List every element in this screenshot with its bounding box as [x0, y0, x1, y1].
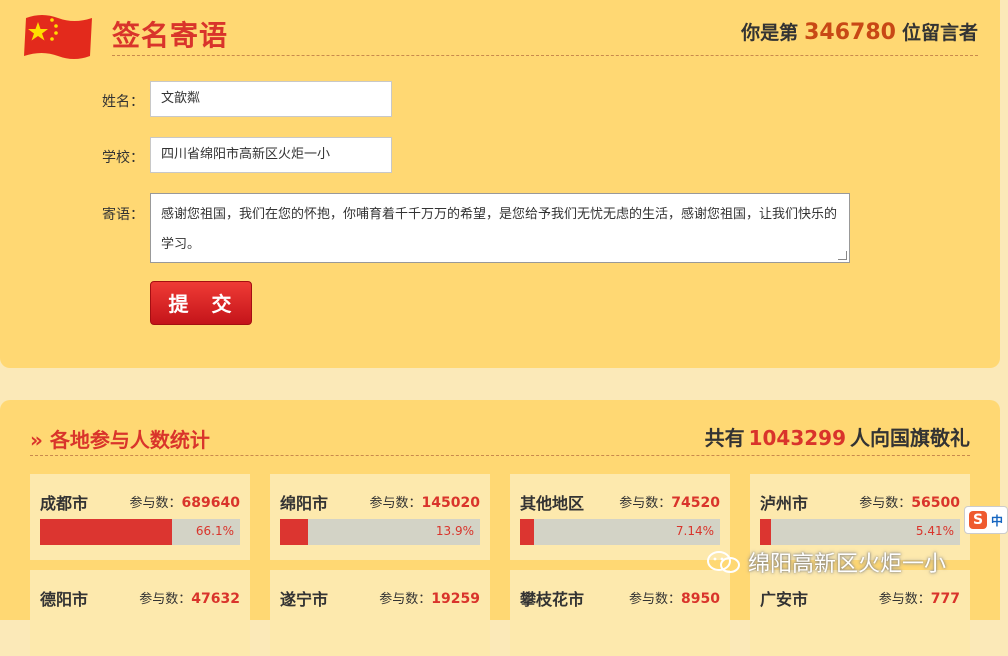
city-count: 参与数：8950 [629, 591, 720, 607]
progress-bar: 13.9% [280, 519, 480, 545]
counter-value: 346780 [804, 20, 896, 45]
name-label: 姓名： [102, 94, 144, 110]
city-count: 参与数：777 [878, 591, 960, 607]
school-label: 学校： [102, 150, 144, 166]
city-name: 德阳市 [40, 590, 89, 609]
city-card: 成都市 参与数：689640 66.1% [30, 474, 250, 560]
page-title: 签名寄语 [112, 19, 229, 52]
progress-fill [520, 519, 535, 545]
progress-bar: 5.41% [760, 519, 960, 545]
progress-bar: 7.14% [520, 519, 720, 545]
visitor-counter: 你是第 346780 位留言者 [741, 18, 978, 45]
stats-title: » 各地参与人数统计 [30, 428, 210, 452]
city-count: 参与数：74520 [619, 495, 720, 511]
progress-fill [760, 519, 771, 545]
progress-percent: 5.41% [915, 524, 954, 538]
city-name: 攀枝花市 [520, 590, 585, 609]
progress-percent: 66.1% [195, 524, 234, 538]
city-name: 其他地区 [520, 494, 585, 513]
city-count: 参与数：56500 [859, 495, 960, 511]
city-name: 广安市 [760, 590, 809, 609]
city-card: 遂宁市 参与数：19259 [270, 570, 490, 656]
city-name: 绵阳市 [280, 494, 329, 513]
message-text: 感谢您祖国，我们在您的怀抱，你哺育着千千万万的希望，是您给予我们无忧无虑的生活，… [161, 207, 838, 252]
progress-fill [40, 519, 173, 545]
total-value: 1043299 [748, 426, 846, 450]
city-card: 德阳市 参与数：47632 [30, 570, 250, 656]
progress-percent: 7.14% [675, 524, 714, 538]
city-card: 攀枝花市 参与数：8950 [510, 570, 730, 656]
city-card: 其他地区 参与数：74520 7.14% [510, 474, 730, 560]
total-participants: 共有 1043299 人向国旗敬礼 [705, 422, 970, 451]
watermark-text: 绵阳高新区火炬一小 [748, 552, 947, 577]
resize-handle[interactable] [838, 251, 847, 260]
ime-indicator[interactable]: S 中 [964, 506, 1008, 534]
ime-mode: 中 [991, 514, 1004, 528]
message-textarea[interactable]: 感谢您祖国，我们在您的怀抱，你哺育着千千万万的希望，是您给予我们无忧无虑的生活，… [150, 193, 850, 263]
progress-bar: 66.1% [40, 519, 240, 545]
city-count: 参与数：19259 [379, 591, 480, 607]
city-name: 泸州市 [760, 494, 809, 513]
message-label: 寄语： [102, 207, 144, 223]
submit-button[interactable]: 提 交 [150, 281, 252, 325]
total-prefix: 共有 [704, 426, 745, 450]
city-count: 参与数：145020 [369, 495, 480, 511]
counter-prefix: 你是第 [741, 22, 799, 44]
city-card: 广安市 参与数：777 [750, 570, 970, 656]
divider [112, 55, 978, 56]
sogou-logo-icon: S [969, 511, 987, 529]
progress-percent: 13.9% [435, 524, 474, 538]
school-input[interactable]: 四川省绵阳市高新区火炬一小 [150, 137, 392, 173]
city-name: 遂宁市 [280, 590, 329, 609]
city-name: 成都市 [40, 494, 89, 513]
city-count: 参与数：47632 [139, 591, 240, 607]
china-flag-icon [24, 15, 92, 59]
city-card: 绵阳市 参与数：145020 13.9% [270, 474, 490, 560]
wechat-icon [707, 551, 740, 573]
city-count: 参与数：689640 [129, 495, 240, 511]
divider [30, 455, 970, 456]
counter-suffix: 位留言者 [901, 22, 978, 44]
total-suffix: 人向国旗敬礼 [850, 426, 970, 450]
name-input[interactable]: 文歆粼 [150, 81, 392, 117]
progress-fill [280, 519, 308, 545]
